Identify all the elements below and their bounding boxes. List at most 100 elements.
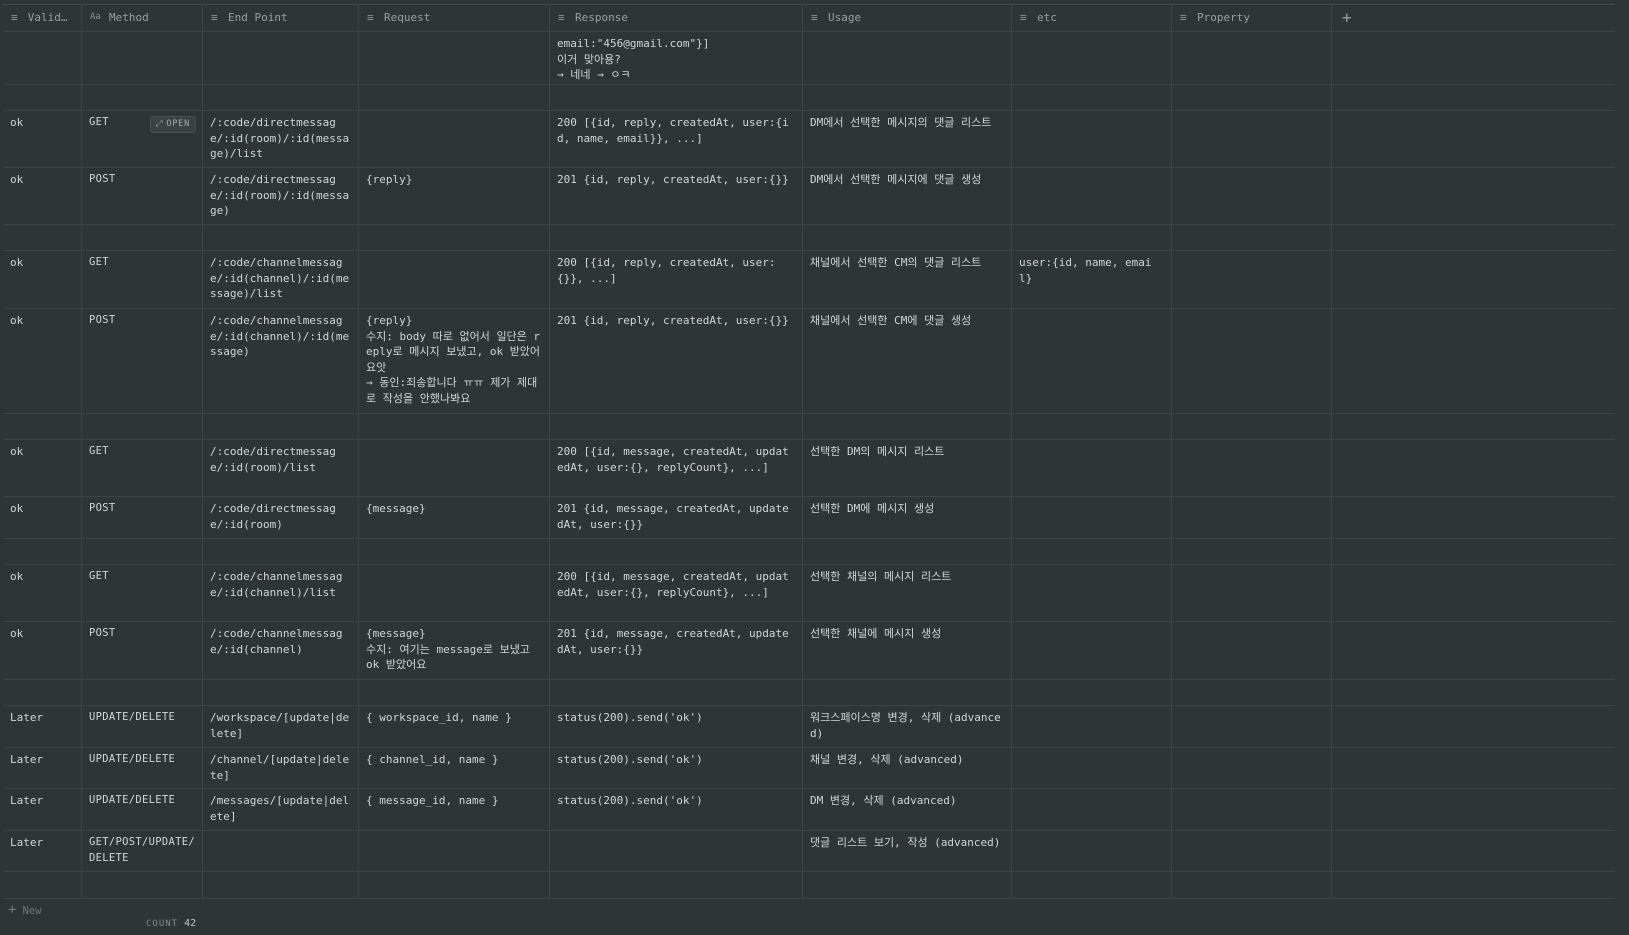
table-cell-request[interactable]: {message} xyxy=(359,497,550,538)
table-cell-request[interactable]: { workspace_id, name } xyxy=(359,706,550,747)
table-cell-method[interactable]: UPDATE/DELETE xyxy=(82,706,203,747)
table-cell-endpoint[interactable]: /:code/channelmessage/:id(channel) xyxy=(203,622,359,679)
table-row[interactable]: ok GET /:code/directmessage/:id(room)/list… xyxy=(3,440,1615,497)
table-cell-response[interactable]: 201 {id, reply, createdAt, user:{}} xyxy=(550,168,803,224)
column-header-1[interactable]: Aa Method xyxy=(82,5,203,31)
table-cell-endpoint[interactable]: /workspace/[update|delete] xyxy=(203,706,359,747)
table-cell-method[interactable] xyxy=(82,32,203,84)
table-cell-response[interactable]: status(200).send('ok') xyxy=(550,789,803,830)
table-row[interactable] xyxy=(3,225,1615,251)
table-cell-etc[interactable] xyxy=(1012,706,1172,747)
table-cell-response[interactable]: status(200).send('ok') xyxy=(550,706,803,747)
table-cell-property[interactable] xyxy=(1172,168,1332,224)
table-cell-method[interactable]: UPDATE/DELETE xyxy=(82,789,203,830)
table-cell-response[interactable] xyxy=(550,680,803,705)
table-cell-validi[interactable]: Later xyxy=(3,706,82,747)
table-cell-endpoint[interactable]: /:code/directmessage/:id(room) xyxy=(203,497,359,538)
table-row[interactable] xyxy=(3,414,1615,440)
table-cell-usage[interactable]: 댓글 리스트 보기, 작성 (advanced) xyxy=(803,831,1012,871)
table-cell-usage[interactable] xyxy=(803,32,1012,84)
column-header-6[interactable]: ≡ etc xyxy=(1012,5,1172,31)
table-cell-response[interactable]: 201 {id, message, createdAt, updatedAt, … xyxy=(550,497,803,538)
table-cell-request[interactable] xyxy=(359,111,550,167)
table-cell-method[interactable] xyxy=(82,225,203,250)
table-cell-property[interactable] xyxy=(1172,32,1332,84)
table-cell-method[interactable]: POST xyxy=(82,497,203,538)
table-cell-request[interactable] xyxy=(359,680,550,705)
table-cell-response[interactable]: 200 [{id, reply, createdAt, user:{}}, ..… xyxy=(550,251,803,308)
table-row[interactable]: ok GET ⤢ OPEN /:code/directmessage/:id(room)… xyxy=(3,111,1615,168)
table-row[interactable] xyxy=(3,85,1615,111)
table-cell-method[interactable]: POST xyxy=(82,168,203,224)
column-header-5[interactable]: ≡ Usage xyxy=(803,5,1012,31)
table-cell-etc[interactable] xyxy=(1012,168,1172,224)
table-cell-method[interactable] xyxy=(82,872,203,898)
table-cell-usage[interactable]: DM 변경, 삭제 (advanced) xyxy=(803,789,1012,830)
table-cell-property[interactable] xyxy=(1172,622,1332,679)
table-cell-endpoint[interactable]: /:code/channelmessage/:id(channel)/:id(m… xyxy=(203,251,359,308)
table-row[interactable]: ok POST /:code/directmessage/:id(room)/:id… xyxy=(3,168,1615,225)
table-cell-validi[interactable]: ok xyxy=(3,251,82,308)
table-cell-etc[interactable] xyxy=(1012,309,1172,413)
table-cell-validi[interactable] xyxy=(3,414,82,439)
table-row[interactable]: Later UPDATE/DELETE/workspace/[update|del… xyxy=(3,706,1615,748)
table-cell-usage[interactable]: 채널에서 선택한 CM의 댓글 리스트 xyxy=(803,251,1012,308)
table-row[interactable] xyxy=(3,872,1615,899)
table-cell-endpoint[interactable]: /:code/channelmessage/:id(channel)/list xyxy=(203,565,359,621)
table-cell-validi[interactable] xyxy=(3,539,82,564)
table-cell-usage[interactable] xyxy=(803,680,1012,705)
table-cell-etc[interactable] xyxy=(1012,680,1172,705)
table-cell-endpoint[interactable] xyxy=(203,831,359,871)
table-cell-property[interactable] xyxy=(1172,440,1332,496)
table-cell-endpoint[interactable]: /:code/directmessage/:id(room)/list xyxy=(203,440,359,496)
new-row-button[interactable]: + New xyxy=(8,902,41,918)
table-cell-property[interactable] xyxy=(1172,225,1332,250)
table-row[interactable]: ok GET /:code/channelmessage/:id(channel)/… xyxy=(3,565,1615,622)
table-cell-validi[interactable] xyxy=(3,225,82,250)
table-cell-validi[interactable]: ok xyxy=(3,111,82,167)
table-cell-response[interactable]: 201 {id, message, createdAt, updatedAt, … xyxy=(550,622,803,679)
table-cell-usage[interactable]: DM에서 선택한 메시지에 댓글 생성 xyxy=(803,168,1012,224)
table-cell-response[interactable] xyxy=(550,831,803,871)
table-cell-usage[interactable]: 워크스페이스명 변경, 삭제 (advanced) xyxy=(803,706,1012,747)
add-column-button[interactable]: + xyxy=(1332,5,1615,31)
table-cell-etc[interactable] xyxy=(1012,872,1172,898)
table-cell-etc[interactable] xyxy=(1012,565,1172,621)
table-cell-property[interactable] xyxy=(1172,539,1332,564)
table-cell-property[interactable] xyxy=(1172,85,1332,110)
table-cell-request[interactable]: {reply} xyxy=(359,168,550,224)
table-cell-request[interactable] xyxy=(359,831,550,871)
table-cell-etc[interactable]: user:{id, name, email} xyxy=(1012,251,1172,308)
table-cell-etc[interactable] xyxy=(1012,225,1172,250)
table-cell-validi[interactable]: Later xyxy=(3,748,82,788)
table-cell-etc[interactable] xyxy=(1012,789,1172,830)
table-cell-endpoint[interactable] xyxy=(203,85,359,110)
table-cell-request[interactable] xyxy=(359,539,550,564)
table-cell-response[interactable] xyxy=(550,225,803,250)
table-row[interactable]: Later UPDATE/DELETE/channel/[update|delet… xyxy=(3,748,1615,789)
table-cell-method[interactable] xyxy=(82,680,203,705)
table-cell-usage[interactable] xyxy=(803,539,1012,564)
table-cell-validi[interactable] xyxy=(3,680,82,705)
table-cell-validi[interactable]: ok xyxy=(3,565,82,621)
table-cell-method[interactable]: UPDATE/DELETE xyxy=(82,748,203,788)
table-cell-request[interactable] xyxy=(359,414,550,439)
table-cell-usage[interactable]: 선택한 DM의 메시지 리스트 xyxy=(803,440,1012,496)
table-cell-property[interactable] xyxy=(1172,565,1332,621)
table-cell-validi[interactable]: Later xyxy=(3,831,82,871)
column-header-3[interactable]: ≡ Request xyxy=(359,5,550,31)
table-cell-method[interactable]: POST xyxy=(82,622,203,679)
table-cell-response[interactable]: 200 [{id, reply, createdAt, user:{id, na… xyxy=(550,111,803,167)
column-header-2[interactable]: ≡ End Point xyxy=(203,5,359,31)
table-cell-validi[interactable]: ok xyxy=(3,622,82,679)
table-cell-request[interactable]: { channel_id, name } xyxy=(359,748,550,788)
table-cell-endpoint[interactable]: /:code/directmessage/:id(room)/:id(messa… xyxy=(203,168,359,224)
table-cell-endpoint[interactable] xyxy=(203,225,359,250)
table-cell-validi[interactable]: ok xyxy=(3,440,82,496)
table-cell-etc[interactable] xyxy=(1012,111,1172,167)
table-cell-endpoint[interactable] xyxy=(203,539,359,564)
table-cell-etc[interactable] xyxy=(1012,440,1172,496)
table-cell-property[interactable] xyxy=(1172,680,1332,705)
table-cell-validi[interactable] xyxy=(3,872,82,898)
table-cell-property[interactable] xyxy=(1172,748,1332,788)
